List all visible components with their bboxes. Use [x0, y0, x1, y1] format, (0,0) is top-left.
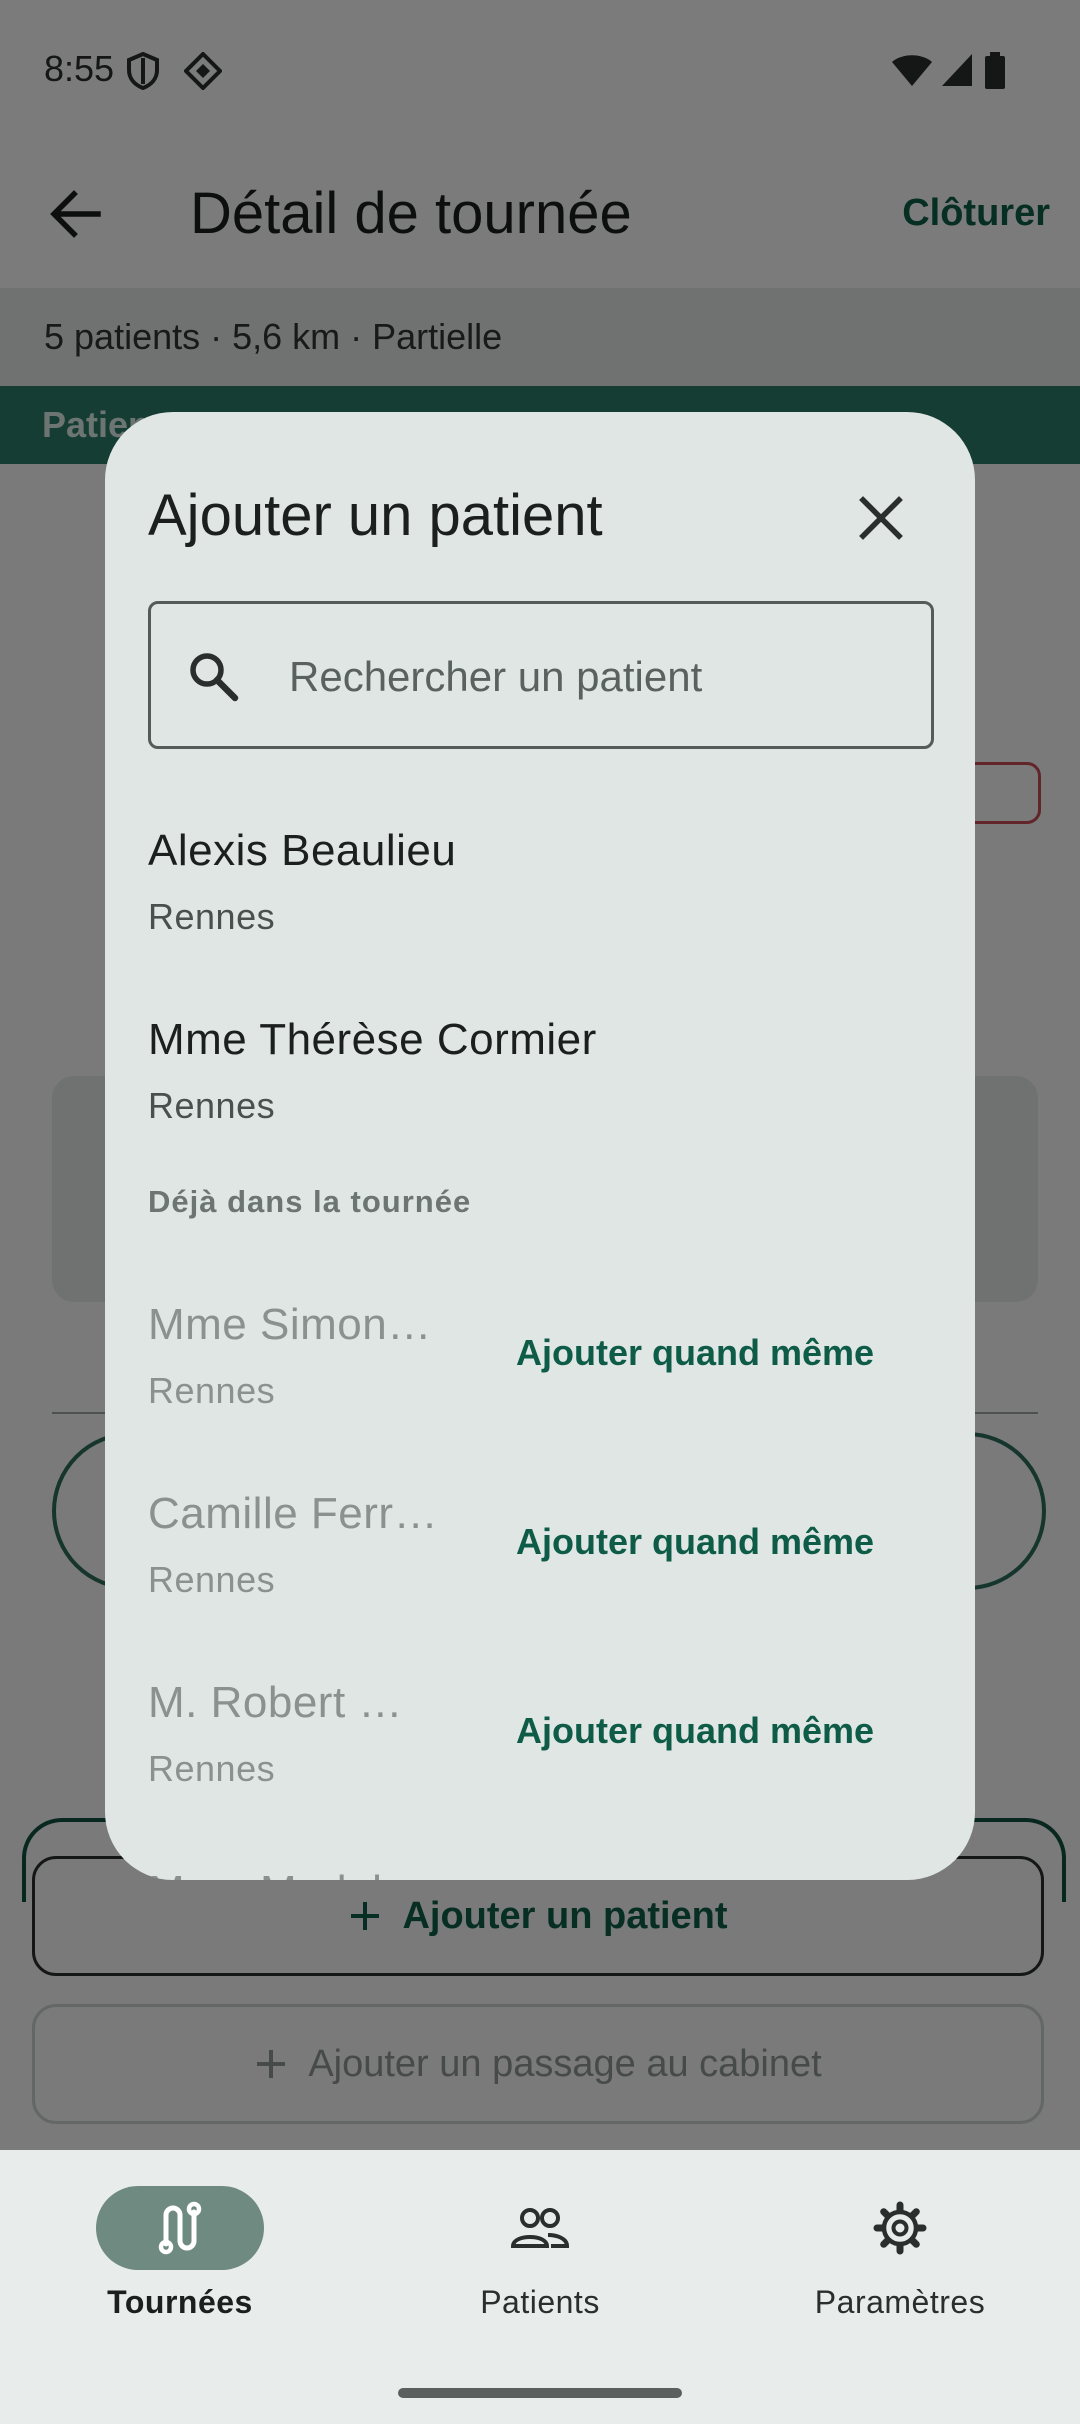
- add-patient-dialog: Ajouter un patient Alexis Beaulieu Renne…: [105, 412, 975, 1880]
- patient-name: Mme Simon…: [148, 1300, 432, 1349]
- patient-name: Mme Thérèse Cormier: [148, 1015, 597, 1064]
- search-field[interactable]: [148, 601, 934, 749]
- nav-label: Patients: [480, 2284, 600, 2320]
- patient-city: Rennes: [148, 1748, 276, 1789]
- add-anyway-button[interactable]: Ajouter quand même: [516, 1332, 874, 1374]
- close-icon[interactable]: [845, 482, 917, 554]
- patient-city: Rennes: [148, 896, 276, 937]
- already-in-tour-item: M. Robert M… Rennes Ajouter quand même: [105, 1646, 975, 1826]
- people-icon: [510, 2208, 570, 2248]
- patient-name: Mme Madel…: [148, 1867, 438, 1880]
- home-indicator[interactable]: [398, 2388, 682, 2398]
- add-anyway-button[interactable]: Ajouter quand même: [516, 1710, 874, 1752]
- nav-label: Paramètres: [814, 2284, 986, 2320]
- search-icon: [190, 653, 239, 702]
- bottom-navigation: Tournées Patients Paramètres: [0, 2150, 1080, 2424]
- already-in-tour-item: Mme Madel…: [105, 1835, 975, 1880]
- add-anyway-button[interactable]: Ajouter quand même: [516, 1521, 874, 1563]
- route-icon: [158, 2201, 202, 2255]
- nav-item-parametres[interactable]: Paramètres: [750, 2186, 1050, 2326]
- nav-active-indicator: [96, 2186, 264, 2270]
- nav-item-tournees[interactable]: Tournées: [30, 2186, 330, 2326]
- gear-icon: [873, 2201, 927, 2255]
- patient-result-item[interactable]: Alexis Beaulieu Rennes: [105, 802, 975, 972]
- already-in-tour-item: Camille Ferr… Rennes Ajouter quand même: [105, 1457, 975, 1637]
- patient-result-item[interactable]: Mme Thérèse Cormier Rennes: [105, 991, 975, 1161]
- patient-city: Rennes: [148, 1085, 276, 1126]
- already-in-tour-header: Déjà dans la tournée: [148, 1184, 472, 1219]
- patient-name: M. Robert M…: [148, 1678, 438, 1727]
- nav-label: Tournées: [107, 2284, 253, 2320]
- already-in-tour-item: Mme Simon… Rennes Ajouter quand même: [105, 1268, 975, 1448]
- patient-city: Rennes: [148, 1370, 276, 1411]
- nav-item-patients[interactable]: Patients: [390, 2186, 690, 2326]
- search-input[interactable]: [287, 640, 911, 714]
- patient-name: Camille Ferr…: [148, 1489, 438, 1538]
- dialog-title: Ajouter un patient: [148, 483, 603, 548]
- patient-name: Alexis Beaulieu: [148, 826, 457, 875]
- patient-city: Rennes: [148, 1559, 276, 1600]
